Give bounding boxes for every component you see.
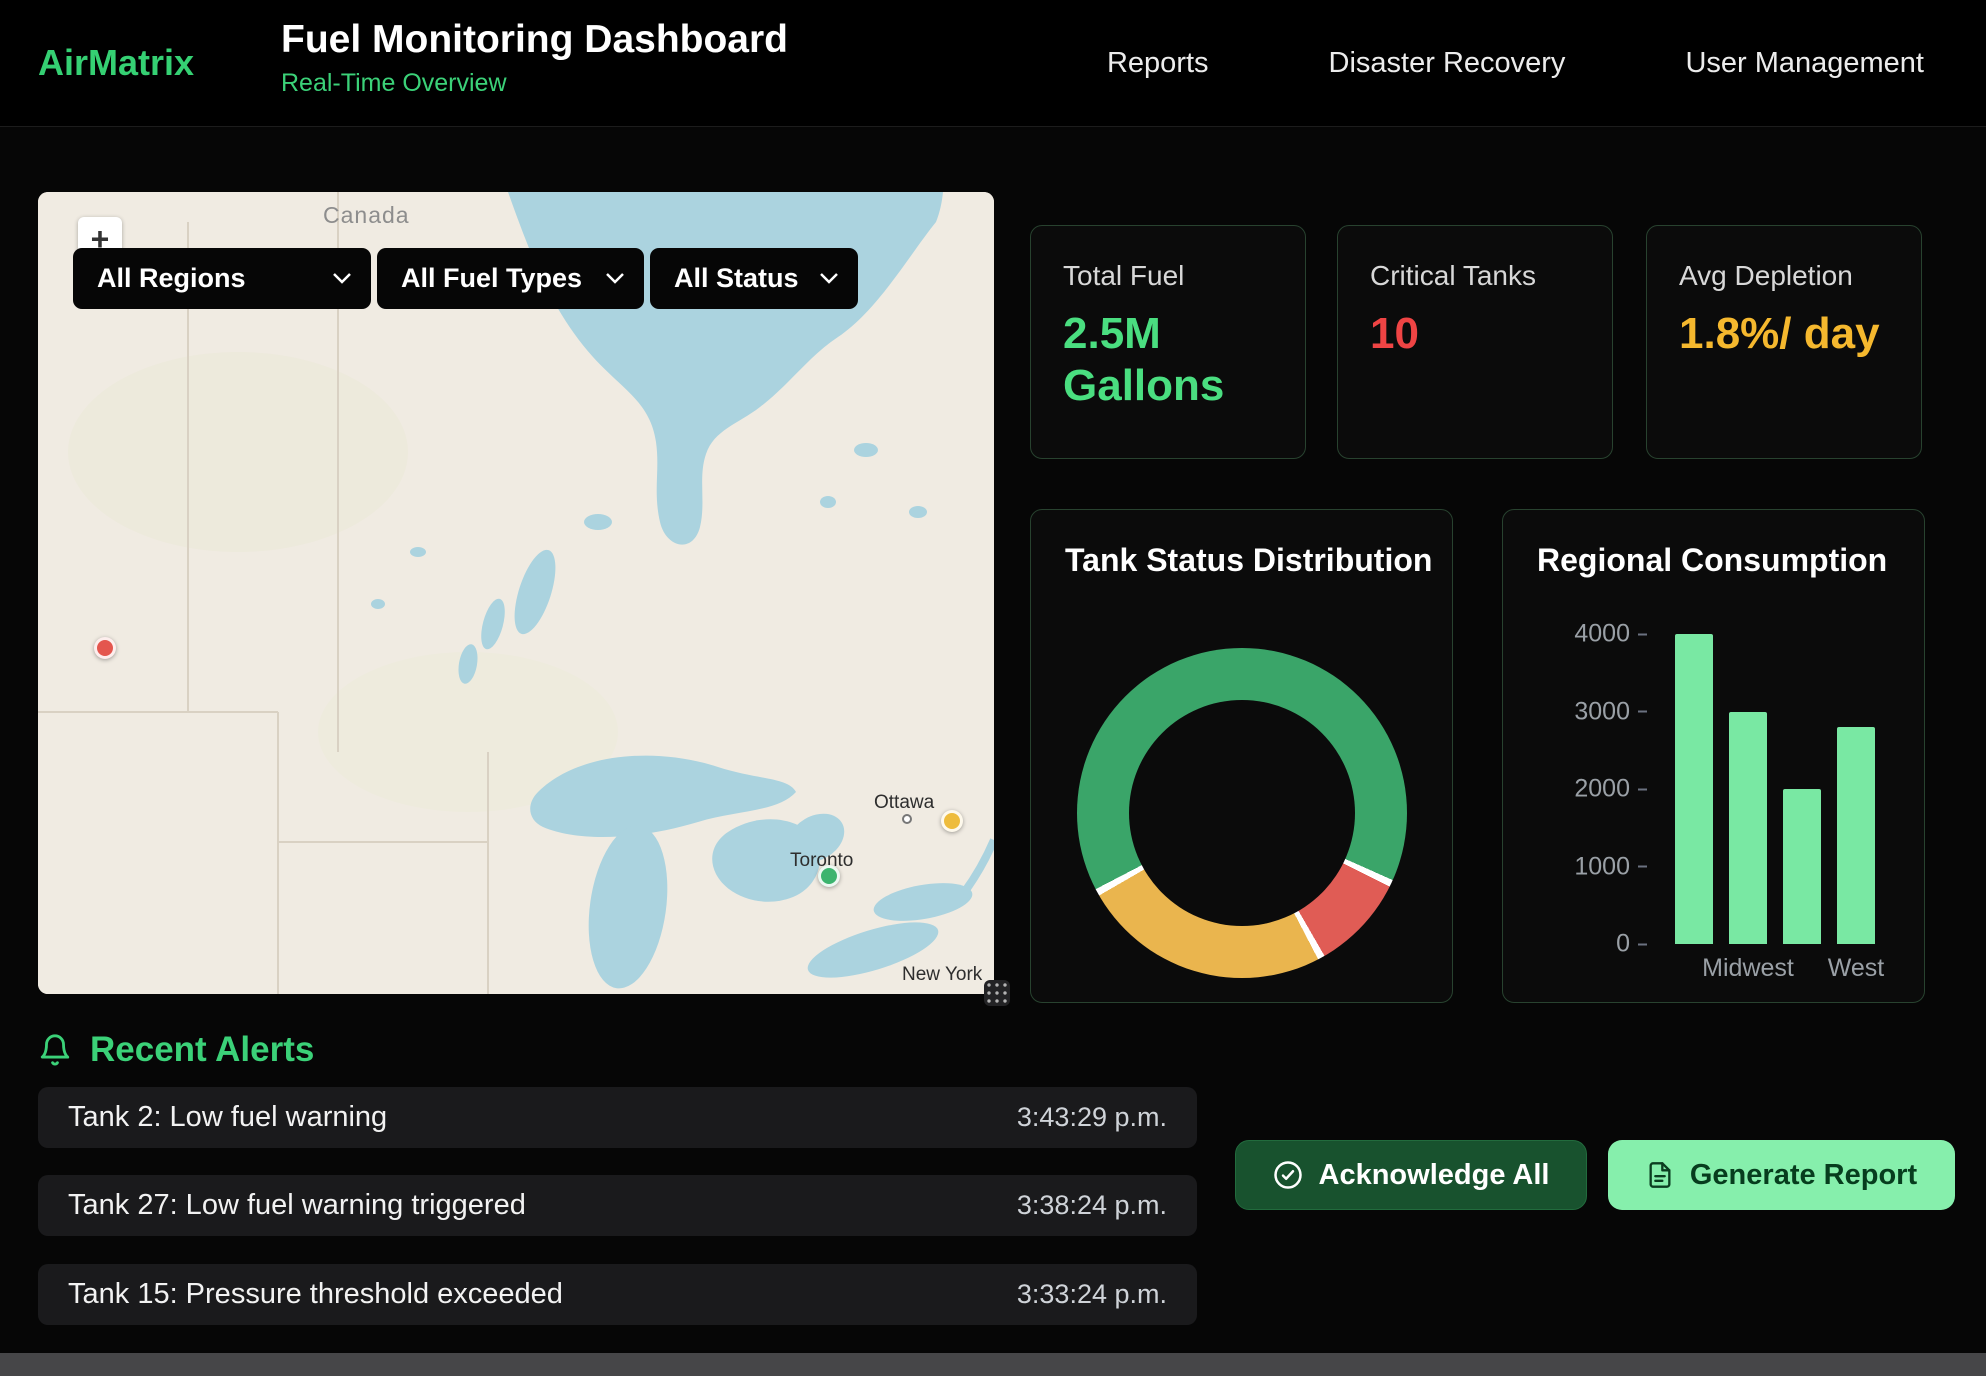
recent-alerts-header: Recent Alerts [38,1030,314,1070]
document-icon [1646,1161,1674,1189]
bar-x-tick-label: West [1828,954,1885,983]
map-filters: All Regions All Fuel Types All Status [73,248,858,309]
alert-message: Tank 15: Pressure threshold exceeded [68,1278,563,1311]
donut-hole [1129,700,1355,926]
alert-time: 3:33:24 p.m. [1017,1279,1167,1310]
alert-message: Tank 27: Low fuel warning triggered [68,1189,526,1222]
fuel-type-filter-dropdown[interactable]: All Fuel Types [377,248,644,309]
chevron-down-icon [606,273,624,285]
bar-chart-yaxis: 01000200030004000 [1537,634,1647,944]
stat-value: 2.5M Gallons [1063,308,1273,412]
recent-alerts-title: Recent Alerts [90,1030,314,1070]
avg-depletion-card: Avg Depletion 1.8%/ day [1646,225,1922,459]
status-filter-label: All Status [674,263,799,294]
title-block: Fuel Monitoring Dashboard Real-Time Over… [281,18,788,98]
bar [1675,634,1713,944]
brand-logo[interactable]: AirMatrix [38,42,194,84]
alert-row[interactable]: Tank 27: Low fuel warning triggered 3:38… [38,1175,1197,1236]
chevron-down-icon [333,273,351,285]
critical-tank-marker[interactable] [94,637,116,659]
bottom-scrollbar-strip[interactable] [0,1353,1986,1376]
alert-message: Tank 2: Low fuel warning [68,1101,387,1134]
map-label-ottawa: Ottawa [874,792,934,814]
page-title: Fuel Monitoring Dashboard [281,18,788,62]
generate-report-label: Generate Report [1690,1159,1917,1192]
stat-label: Critical Tanks [1370,260,1580,292]
nav-item-disaster-recovery[interactable]: Disaster Recovery [1329,47,1566,80]
bar-y-tick-label: 3000 [1574,697,1647,726]
fuel-monitoring-dashboard: AirMatrix Fuel Monitoring Dashboard Real… [0,0,1986,1376]
normal-tank-marker[interactable] [818,865,840,887]
critical-tanks-card: Critical Tanks 10 [1337,225,1613,459]
bar [1783,634,1821,944]
check-circle-icon [1273,1160,1303,1190]
nav-item-user-management[interactable]: User Management [1685,47,1924,80]
map-label-new-york: New York [902,964,982,986]
bar: West [1837,634,1875,944]
generate-report-button[interactable]: Generate Report [1608,1140,1955,1210]
main-nav: Reports Disaster Recovery User Managemen… [1107,0,1924,126]
bar-y-tick-label: 1000 [1574,852,1647,881]
stat-value: 10 [1370,308,1580,360]
stat-label: Avg Depletion [1679,260,1889,292]
nav-item-reports[interactable]: Reports [1107,47,1209,80]
stat-label: Total Fuel [1063,260,1273,292]
regional-consumption-card: Regional Consumption 0 1000 2000 3000 4000 M… [1502,509,1925,1003]
stat-value: 1.8%/ day [1679,308,1889,360]
tank-status-distribution-card: Tank Status Distribution [1030,509,1453,1003]
bar-chart-title: Regional Consumption [1537,542,1890,579]
bar-x-tick-label: Midwest [1702,954,1794,983]
acknowledge-all-label: Acknowledge All [1319,1159,1550,1192]
tank-status-donut [1077,648,1407,978]
bell-icon [38,1033,72,1067]
bar-y-tick-label: 0 [1616,930,1647,959]
total-fuel-card: Total Fuel 2.5M Gallons [1030,225,1306,459]
ottawa-city-dot [902,814,912,824]
bar-chart: 01000200030004000 MidwestWest [1537,634,1892,944]
status-filter-dropdown[interactable]: All Status [650,248,858,309]
bar: Midwest [1729,634,1767,944]
fuel-type-filter-label: All Fuel Types [401,263,582,294]
bar-y-tick-label: 2000 [1574,775,1647,804]
map-resize-handle[interactable] [984,980,1010,1006]
acknowledge-all-button[interactable]: Acknowledge All [1235,1140,1587,1210]
alert-time: 3:38:24 p.m. [1017,1190,1167,1221]
app-header: AirMatrix Fuel Monitoring Dashboard Real… [0,0,1986,127]
alert-time: 3:43:29 p.m. [1017,1102,1167,1133]
bar-chart-plot: Midwest West [1675,634,1875,944]
map-base [38,192,994,994]
map-label-canada: Canada [323,202,410,229]
bar-y-tick-label: 4000 [1574,620,1647,649]
chevron-down-icon [820,273,838,285]
tank-map[interactable]: Canada Ottawa Toronto New York + All Reg… [38,192,994,994]
region-filter-dropdown[interactable]: All Regions [73,248,371,309]
alert-row[interactable]: Tank 15: Pressure threshold exceeded 3:3… [38,1264,1197,1325]
alert-row[interactable]: Tank 2: Low fuel warning 3:43:29 p.m. [38,1087,1197,1148]
donut-chart-title: Tank Status Distribution [1065,542,1418,579]
warning-tank-marker[interactable] [941,810,963,832]
region-filter-label: All Regions [97,263,246,294]
page-subtitle: Real-Time Overview [281,69,788,98]
